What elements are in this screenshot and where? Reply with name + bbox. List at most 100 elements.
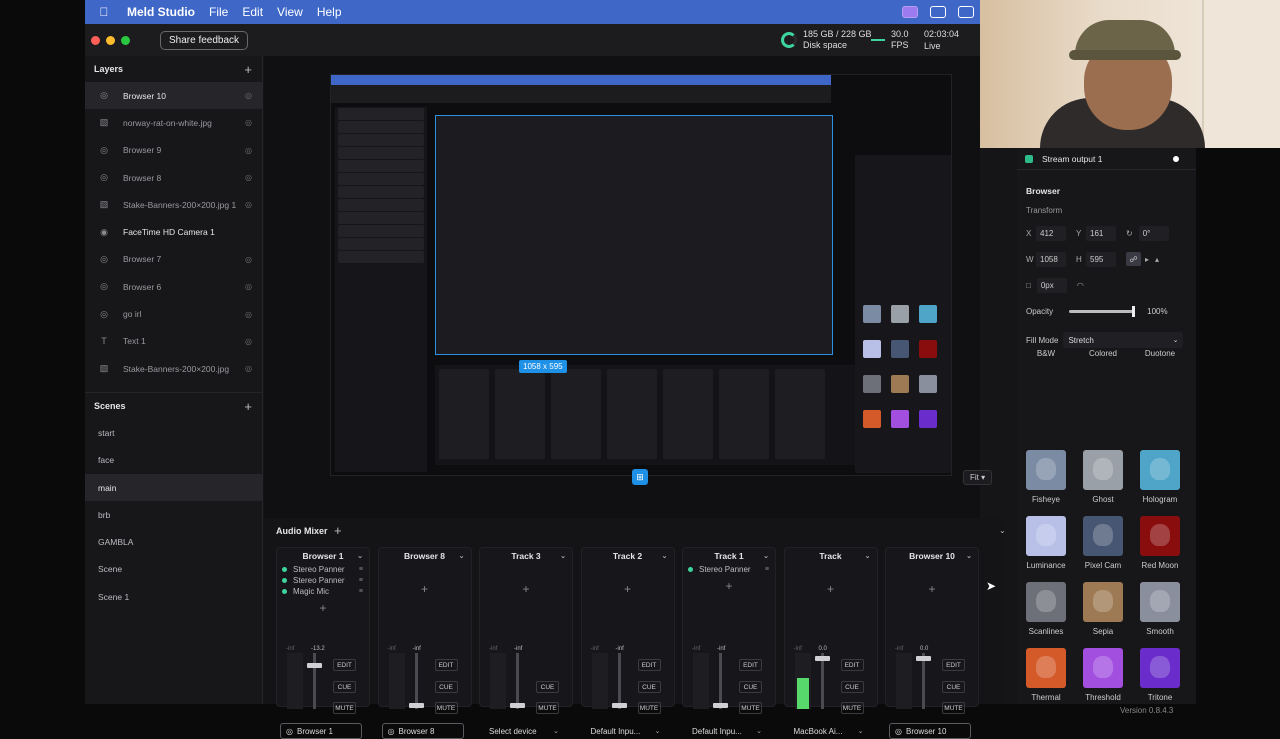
cue-button[interactable]: CUE: [942, 681, 965, 693]
add-effect-button[interactable]: +: [480, 582, 572, 596]
device-select[interactable]: Select device ⌄: [483, 723, 565, 739]
adjust-icon[interactable]: ≡: [359, 588, 363, 595]
chevron-down-icon[interactable]: ⌄: [966, 552, 972, 560]
visibility-icon[interactable]: ◎: [245, 310, 252, 319]
share-feedback-button[interactable]: Share feedback: [160, 30, 249, 50]
adjust-icon[interactable]: ≡: [359, 577, 363, 584]
volume-fader[interactable]: [307, 653, 322, 709]
effect-tile[interactable]: Smooth: [1138, 582, 1182, 636]
chevron-down-icon[interactable]: ⌄: [459, 552, 465, 560]
h-input[interactable]: 595: [1086, 251, 1116, 267]
screen-mirror-icon[interactable]: [902, 6, 918, 18]
flip-vertical-icon[interactable]: ▴: [1155, 255, 1159, 264]
add-track-button[interactable]: +: [334, 523, 342, 538]
strip-title-row[interactable]: Browser 8 ⌄: [379, 548, 471, 564]
mute-button[interactable]: MUTE: [942, 702, 965, 714]
device-select[interactable]: MacBook Ai... ⌄: [788, 723, 870, 739]
effect-chip[interactable]: Stereo Panner ≡: [277, 575, 369, 586]
opacity-slider[interactable]: [1069, 306, 1136, 317]
device-select[interactable]: Default Inpu... ⌄: [585, 723, 667, 739]
effect-tile[interactable]: Ghost: [1081, 450, 1125, 504]
effect-tile[interactable]: Fisheye: [1024, 450, 1068, 504]
effect-tile[interactable]: Duotone: [1138, 344, 1182, 358]
effect-tile[interactable]: Tritone: [1138, 648, 1182, 702]
visibility-icon[interactable]: ◎: [245, 200, 252, 209]
menu-view[interactable]: View: [277, 5, 303, 19]
volume-fader[interactable]: [916, 653, 931, 709]
menu-help[interactable]: Help: [317, 5, 342, 19]
fader-handle[interactable]: [307, 663, 322, 668]
scene-item[interactable]: face: [85, 447, 262, 474]
menu-file[interactable]: File: [209, 5, 228, 19]
layer-item[interactable]: ▧ Stake-Banners-200×200.jpg ◎: [85, 355, 262, 382]
mute-button[interactable]: MUTE: [739, 702, 762, 714]
display-icon[interactable]: [958, 6, 974, 18]
crop-icon[interactable]: ⊞: [632, 469, 648, 485]
close-window-button[interactable]: [91, 35, 100, 45]
layer-item[interactable]: ◎ Browser 10 ◎: [85, 82, 262, 110]
fader-handle[interactable]: [713, 703, 728, 708]
zoom-window-button[interactable]: [121, 35, 130, 45]
scene-item[interactable]: main: [85, 473, 262, 502]
shield-icon[interactable]: [930, 6, 946, 18]
effect-tile[interactable]: Hologram: [1138, 450, 1182, 504]
add-effect-button[interactable]: +: [886, 582, 978, 596]
adjust-icon[interactable]: ≡: [359, 566, 363, 573]
fader-handle[interactable]: [510, 703, 525, 708]
scene-item[interactable]: brb: [85, 501, 262, 528]
device-select[interactable]: ◎ Browser 8: [381, 723, 464, 739]
visibility-icon[interactable]: ◎: [245, 282, 252, 291]
layer-item[interactable]: T Text 1 ◎: [85, 328, 262, 355]
effect-tile[interactable]: Red Moon: [1138, 516, 1182, 570]
edit-button[interactable]: EDIT: [637, 659, 661, 671]
layer-item[interactable]: ◎ Browser 8 ◎: [85, 164, 262, 191]
effect-tile[interactable]: Sepia: [1081, 582, 1125, 636]
effect-tile[interactable]: Thermal: [1024, 648, 1068, 702]
strip-title-row[interactable]: Track 2 ⌄: [582, 548, 674, 564]
effect-tile[interactable]: Colored: [1081, 344, 1125, 358]
visibility-icon[interactable]: ◎: [245, 364, 252, 373]
cue-button[interactable]: CUE: [333, 681, 356, 693]
effect-tile[interactable]: Scanlines: [1024, 582, 1068, 636]
strip-title-row[interactable]: Browser 1 ⌄: [277, 548, 369, 564]
add-layer-button[interactable]: +: [244, 62, 252, 77]
edit-button[interactable]: EDIT: [434, 659, 458, 671]
minimize-window-button[interactable]: [106, 35, 115, 45]
y-input[interactable]: 161: [1086, 225, 1116, 241]
mute-button[interactable]: MUTE: [333, 702, 356, 714]
chevron-down-icon[interactable]: ⌄: [763, 552, 769, 560]
add-scene-button[interactable]: +: [244, 399, 252, 414]
app-name[interactable]: Meld Studio: [127, 5, 195, 19]
effect-tile[interactable]: Threshold: [1081, 648, 1125, 702]
volume-fader[interactable]: [611, 653, 627, 709]
cue-button[interactable]: CUE: [739, 681, 762, 693]
layer-item[interactable]: ◉ FaceTime HD Camera 1: [85, 218, 262, 245]
cue-button[interactable]: CUE: [434, 681, 458, 693]
device-select[interactable]: Default Inpu... ⌄: [686, 723, 768, 739]
volume-fader[interactable]: [814, 653, 830, 709]
edit-button[interactable]: EDIT: [333, 659, 356, 671]
fader-handle[interactable]: [611, 703, 627, 708]
effect-chip[interactable]: Stereo Panner ≡: [277, 564, 369, 575]
add-effect-button[interactable]: +: [277, 601, 369, 615]
cue-button[interactable]: CUE: [536, 681, 559, 693]
scene-item[interactable]: start: [85, 419, 262, 446]
mute-button[interactable]: MUTE: [637, 702, 661, 714]
chevron-down-icon[interactable]: ⌄: [662, 552, 668, 560]
apple-icon[interactable]: : [97, 5, 111, 19]
visibility-icon[interactable]: ◎: [245, 91, 252, 100]
volume-fader[interactable]: [510, 653, 525, 709]
visibility-icon[interactable]: ◎: [245, 118, 252, 127]
stage-preview[interactable]: [330, 74, 952, 476]
edit-button[interactable]: EDIT: [739, 659, 762, 671]
layer-item[interactable]: ◎ go irl ◎: [85, 300, 262, 327]
scene-item[interactable]: Scene: [85, 556, 262, 583]
strip-title-row[interactable]: Track 1 ⌄: [683, 548, 775, 564]
menu-edit[interactable]: Edit: [242, 5, 263, 19]
adjust-icon[interactable]: ≡: [765, 566, 769, 573]
volume-fader[interactable]: [408, 653, 424, 709]
effect-tile[interactable]: Luminance: [1024, 516, 1068, 570]
edit-button[interactable]: EDIT: [942, 659, 965, 671]
mute-button[interactable]: MUTE: [434, 702, 458, 714]
layer-item[interactable]: ▧ norway-rat-on-white.jpg ◎: [85, 109, 262, 136]
